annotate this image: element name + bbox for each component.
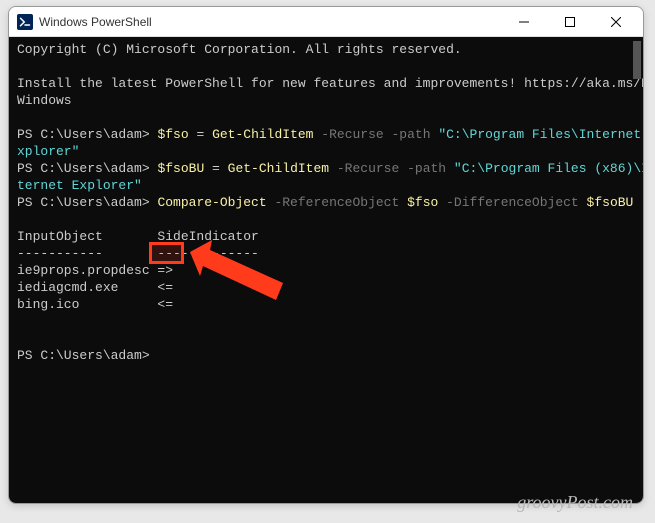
command-line-1: PS C:\Users\adam> $fso = Get-ChildItem -… xyxy=(17,126,635,143)
window-controls xyxy=(501,7,639,37)
table-header: InputObject SideIndicator xyxy=(17,228,635,245)
titlebar[interactable]: Windows PowerShell xyxy=(9,7,643,37)
maximize-button[interactable] xyxy=(547,7,593,37)
blank-line xyxy=(17,211,635,228)
table-row: bing.ico <= xyxy=(17,296,635,313)
install-msg: Install the latest PowerShell for new fe… xyxy=(17,75,635,92)
minimize-button[interactable] xyxy=(501,7,547,37)
table-row: iediagcmd.exe <= xyxy=(17,279,635,296)
blank-line xyxy=(17,58,635,75)
command-line-2-wrap: ternet Explorer" xyxy=(17,177,635,194)
install-msg: Windows xyxy=(17,92,635,109)
close-button[interactable] xyxy=(593,7,639,37)
table-row: ie9props.propdesc => xyxy=(17,262,635,279)
command-line-2: PS C:\Users\adam> $fsoBU = Get-ChildItem… xyxy=(17,160,635,177)
copyright-line: Copyright (C) Microsoft Corporation. All… xyxy=(17,41,635,58)
prompt-line: PS C:\Users\adam> xyxy=(17,347,635,364)
blank-line xyxy=(17,330,635,347)
scrollbar-thumb[interactable] xyxy=(633,41,641,79)
command-line-3: PS C:\Users\adam> Compare-Object -Refere… xyxy=(17,194,635,211)
terminal-output[interactable]: Copyright (C) Microsoft Corporation. All… xyxy=(9,37,643,503)
command-line-1-wrap: xplorer" xyxy=(17,143,635,160)
powershell-icon xyxy=(17,14,33,30)
table-divider: ----------- ------------- xyxy=(17,245,635,262)
window-title: Windows PowerShell xyxy=(39,15,501,29)
blank-line xyxy=(17,109,635,126)
powershell-window: Windows PowerShell Copyright (C) Microso… xyxy=(8,6,644,504)
blank-line xyxy=(17,313,635,330)
